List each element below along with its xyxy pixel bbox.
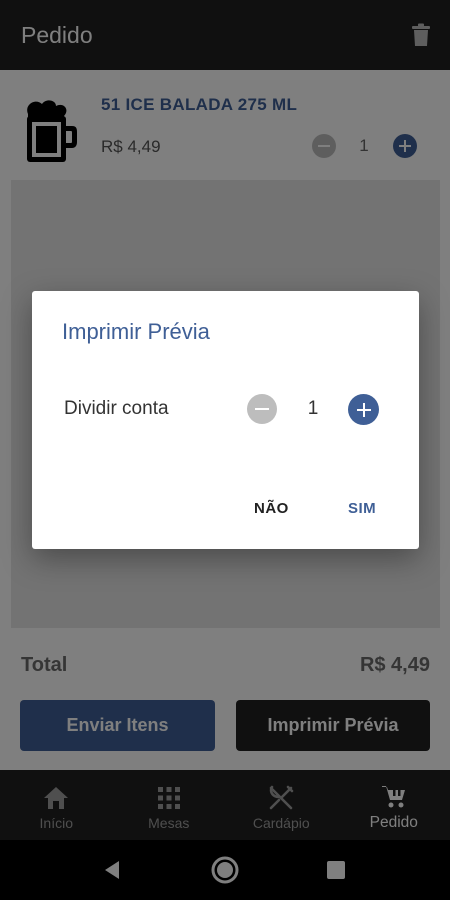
split-increase-button[interactable] (348, 394, 379, 425)
dialog-title: Imprimir Prévia (62, 319, 210, 344)
split-count: 1 (307, 398, 319, 419)
minus-icon (255, 407, 269, 411)
cancel-button[interactable]: NÃO (254, 500, 289, 517)
split-decrease-button[interactable] (247, 394, 277, 424)
plus-icon (356, 402, 371, 417)
print-preview-dialog: Imprimir Prévia Dividir conta 1 NÃO SIM (32, 291, 419, 549)
confirm-button[interactable]: SIM (348, 500, 376, 517)
split-bill-label: Dividir conta (64, 398, 169, 419)
